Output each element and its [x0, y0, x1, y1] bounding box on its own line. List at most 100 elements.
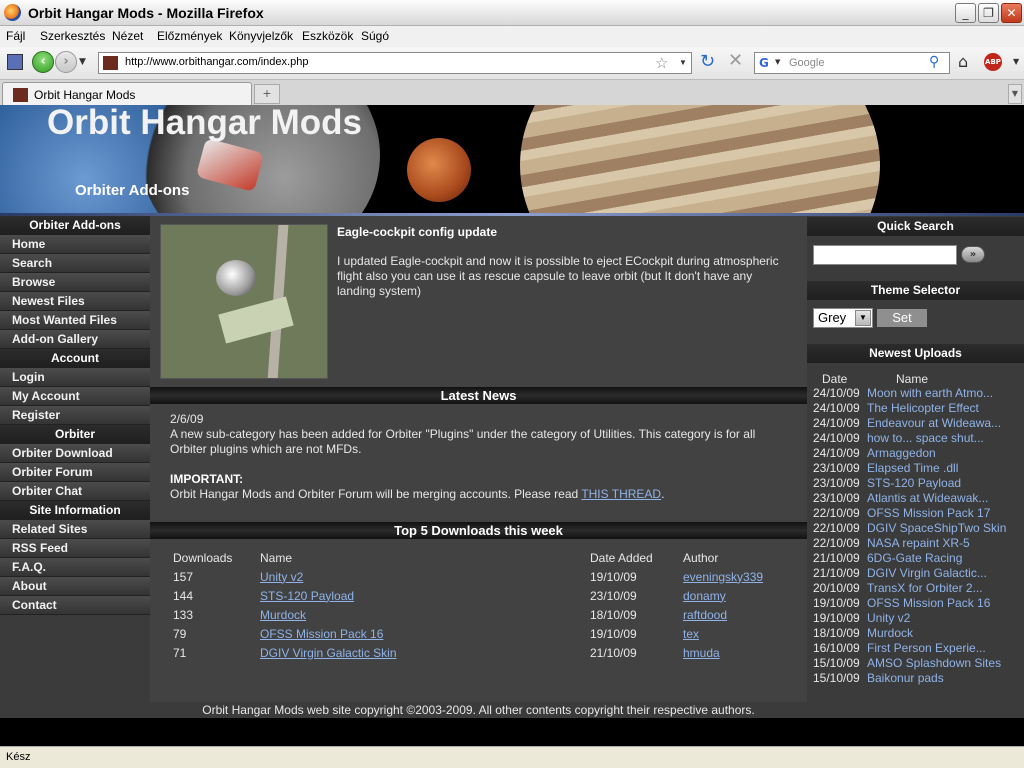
stop-icon[interactable]: ✕ [728, 50, 743, 71]
row-name-link[interactable]: DGIV Virgin Galactic Skin [260, 646, 397, 660]
star-bookmark-icon[interactable]: ☆ [655, 54, 668, 72]
maximize-button[interactable]: ❐ [978, 3, 999, 23]
forward-button[interactable]: › [55, 51, 77, 73]
list-item: 22/10/09 NASA repaint XR-5 [813, 536, 1006, 551]
google-icon[interactable]: G [759, 56, 769, 70]
upload-name-link[interactable]: OFSS Mission Pack 16 [867, 596, 990, 610]
tab-list-icon[interactable]: ▼ [1008, 84, 1022, 104]
theme-selector-header: Theme Selector [807, 281, 1024, 300]
chevron-down-icon[interactable]: ▼ [855, 310, 871, 326]
adblock-dropdown-icon[interactable]: ▼ [1013, 57, 1019, 66]
upload-name-link[interactable]: DGIV Virgin Galactic... [867, 566, 987, 580]
feature-title[interactable]: Eagle-cockpit config update [337, 225, 497, 239]
this-thread-link[interactable]: THIS THREAD [581, 487, 661, 501]
upload-name-link[interactable]: Armaggedon [867, 446, 936, 460]
upload-name-link[interactable]: STS-120 Payload [867, 476, 961, 490]
upload-name-link[interactable]: Baikonur pads [867, 671, 944, 685]
list-item: 20/10/09 TransX for Orbiter 2... [813, 581, 1006, 596]
upload-name-link[interactable]: Atlantis at Wideawak... [867, 491, 988, 505]
upload-name-link[interactable]: The Helicopter Effect [867, 401, 979, 415]
sidebar-item-about[interactable]: About [0, 577, 150, 596]
row-date: 18/10/09 [590, 607, 637, 622]
list-item: 24/10/09 The Helicopter Effect [813, 401, 1006, 416]
sidebar-item-rss-feed[interactable]: RSS Feed [0, 539, 150, 558]
upload-name-link[interactable]: Elapsed Time .dll [867, 461, 958, 475]
upload-date: 24/10/09 [813, 431, 860, 445]
history-dropdown-icon[interactable]: ▼ [79, 57, 86, 67]
menu-view[interactable]: Nézet [112, 29, 143, 43]
sidebar-item-most-wanted[interactable]: Most Wanted Files [0, 311, 150, 330]
sidebar-item-register[interactable]: Register [0, 406, 150, 425]
row-author-link[interactable]: raftdood [683, 608, 727, 622]
adblock-icon[interactable]: ABP [984, 53, 1002, 71]
upload-name-link[interactable]: OFSS Mission Pack 17 [867, 506, 990, 520]
menu-file[interactable]: Fájl [6, 29, 25, 43]
upload-name-link[interactable]: DGIV SpaceShipTwo Skin [867, 521, 1006, 535]
news-body: A new sub-category has been added for Or… [170, 427, 756, 456]
theme-select[interactable]: Grey ▼ [813, 308, 873, 328]
sidebar-item-orbiter-download[interactable]: Orbiter Download [0, 444, 150, 463]
menu-help[interactable]: Súgó [361, 29, 389, 43]
upload-name-link[interactable]: TransX for Orbiter 2... [867, 581, 983, 595]
upload-name-link[interactable]: First Person Experie... [867, 641, 986, 655]
upload-name-link[interactable]: AMSO Splashdown Sites [867, 656, 1001, 670]
menu-tools[interactable]: Eszközök [302, 29, 353, 43]
sidebar-item-home[interactable]: Home [0, 235, 150, 254]
theme-set-button[interactable]: Set [877, 309, 927, 327]
url-dropdown-icon[interactable]: ▼ [679, 58, 687, 67]
quick-search-go-button[interactable]: » [961, 246, 985, 263]
minimize-button[interactable]: _ [955, 3, 976, 23]
row-downloads: 157 [173, 569, 194, 584]
row-author-link[interactable]: donamy [683, 589, 726, 603]
row-name-link[interactable]: Murdock [260, 608, 306, 622]
sidebar-item-newest-files[interactable]: Newest Files [0, 292, 150, 311]
sidebar-item-gallery[interactable]: Add-on Gallery [0, 330, 150, 349]
close-window-button[interactable]: ✕ [1001, 3, 1022, 23]
row-author-link[interactable]: hmuda [683, 646, 720, 660]
upload-date: 20/10/09 [813, 581, 860, 595]
sidebar-item-orbiter-forum[interactable]: Orbiter Forum [0, 463, 150, 482]
sidebar-item-contact[interactable]: Contact [0, 596, 150, 615]
upload-name-link[interactable]: how to... space shut... [867, 431, 984, 445]
address-bar[interactable]: http://www.orbithangar.com/index.php ☆ ▼ [98, 52, 692, 74]
menu-edit[interactable]: Szerkesztés [40, 29, 105, 43]
sidebar-item-orbiter-chat[interactable]: Orbiter Chat [0, 482, 150, 501]
upload-name-link[interactable]: Unity v2 [867, 611, 910, 625]
uploads-col-date: Date [822, 372, 848, 386]
row-author-link[interactable]: tex [683, 627, 699, 641]
row-name-link[interactable]: OFSS Mission Pack 16 [260, 627, 383, 641]
upload-date: 24/10/09 [813, 401, 860, 415]
row-downloads: 144 [173, 588, 194, 603]
upload-name-link[interactable]: Murdock [867, 626, 913, 640]
sidebar-item-login[interactable]: Login [0, 368, 150, 387]
sidebar-item-my-account[interactable]: My Account [0, 387, 150, 406]
feature-image[interactable] [160, 224, 328, 379]
sidebar-item-search[interactable]: Search [0, 254, 150, 273]
sidebar-item-faq[interactable]: F.A.Q. [0, 558, 150, 577]
tab-orbit-hangar[interactable]: Orbit Hangar Mods [2, 82, 252, 106]
menu-history[interactable]: Előzmények [157, 29, 222, 43]
upload-name-link[interactable]: 6DG-Gate Racing [867, 551, 962, 565]
table-row: 79 OFSS Mission Pack 16 19/10/09 tex [168, 624, 778, 643]
upload-name-link[interactable]: Moon with earth Atmo... [867, 386, 993, 400]
search-icon[interactable]: ⚲ [929, 54, 939, 70]
row-date: 21/10/09 [590, 645, 637, 660]
home-icon[interactable]: ⌂ [958, 52, 968, 71]
row-name-link[interactable]: Unity v2 [260, 570, 303, 584]
row-author-link[interactable]: eveningsky339 [683, 570, 763, 584]
reload-icon[interactable]: ↻ [700, 51, 715, 72]
bookmark-icon[interactable] [7, 54, 23, 70]
search-engine-dropdown-icon[interactable]: ▼ [775, 58, 780, 66]
new-tab-button[interactable]: + [254, 84, 280, 104]
address-url: http://www.orbithangar.com/index.php [125, 56, 309, 68]
row-name-link[interactable]: STS-120 Payload [260, 589, 354, 603]
sidebar-header-site-info: Site Information [0, 501, 150, 520]
upload-name-link[interactable]: Endeavour at Wideawa... [867, 416, 1001, 430]
menu-bookmarks[interactable]: Könyvjelzők [229, 29, 293, 43]
back-button[interactable]: ‹ [32, 51, 54, 73]
upload-name-link[interactable]: NASA repaint XR-5 [867, 536, 970, 550]
search-bar[interactable]: G ▼ Google ⚲ [754, 52, 950, 74]
sidebar-item-related-sites[interactable]: Related Sites [0, 520, 150, 539]
sidebar-item-browse[interactable]: Browse [0, 273, 150, 292]
quick-search-input[interactable] [813, 245, 957, 265]
